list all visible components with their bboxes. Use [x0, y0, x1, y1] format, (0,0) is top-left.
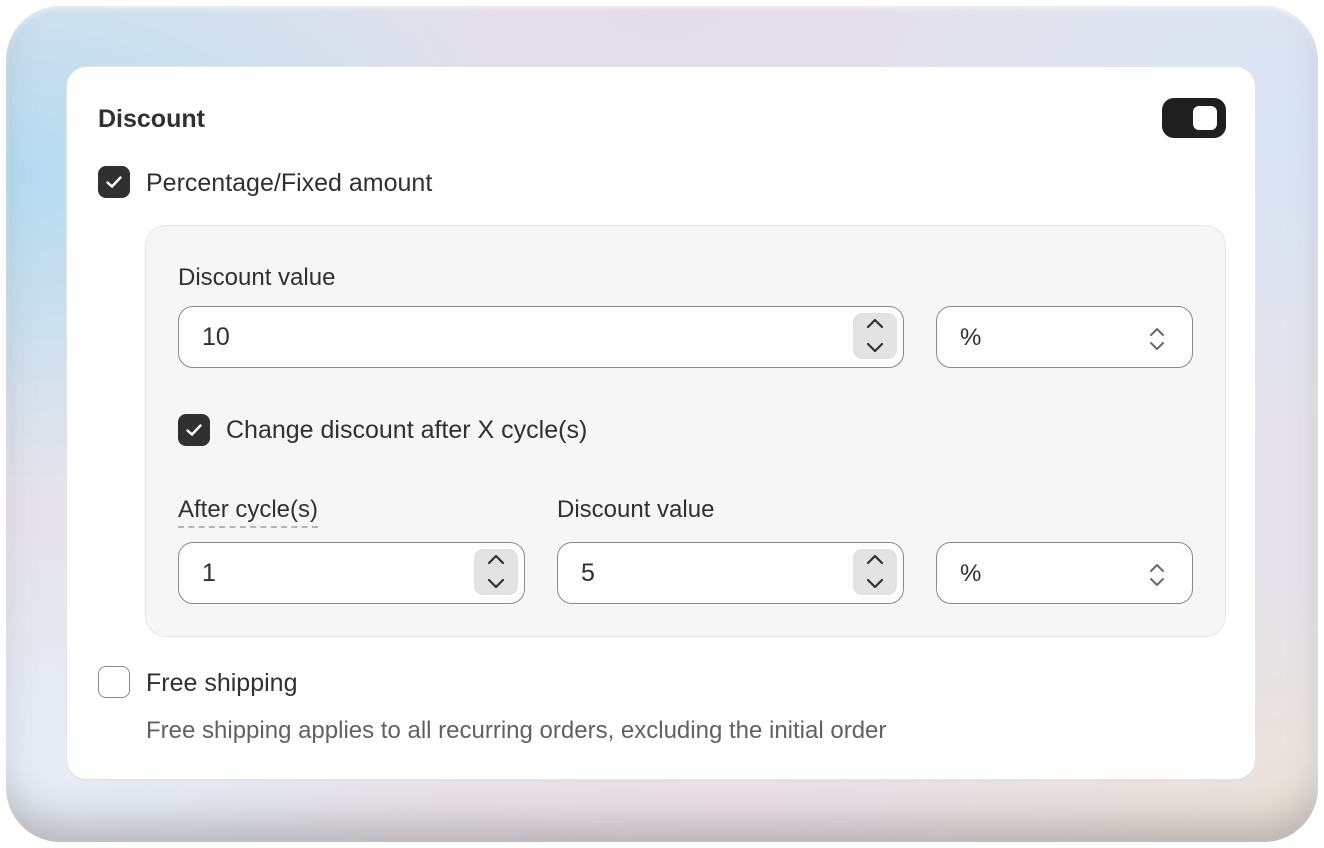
change-discount-label: Change discount after X cycle(s) [226, 416, 588, 444]
discount-toggle[interactable] [1162, 98, 1226, 138]
second-discount-input[interactable]: 5 [557, 542, 904, 604]
discount-card: Discount Percentage/Fixed amount Discoun… [67, 67, 1255, 779]
discount-unit-value: % [960, 324, 982, 351]
after-cycles-stepper [474, 549, 518, 595]
decrement-button[interactable] [474, 572, 518, 595]
discount-settings-panel: Discount value 10 % Change discount afte… [146, 226, 1225, 636]
discount-value-stepper [853, 313, 897, 359]
card-title: Discount [98, 105, 205, 133]
increment-button[interactable] [474, 549, 518, 572]
discount-unit-select[interactable]: % [936, 306, 1193, 368]
free-shipping-label: Free shipping [146, 669, 298, 697]
select-chevron-icon [1150, 564, 1164, 586]
discount-value-label: Discount value [178, 264, 336, 291]
second-discount-stepper [853, 549, 897, 595]
free-shipping-checkbox[interactable] [98, 666, 130, 698]
second-discount-unit-select[interactable]: % [936, 542, 1193, 604]
increment-button[interactable] [853, 313, 897, 336]
second-discount-value: 5 [581, 559, 595, 587]
decrement-button[interactable] [853, 336, 897, 359]
discount-value-text: 10 [202, 323, 230, 351]
change-discount-checkbox[interactable] [178, 414, 210, 446]
increment-button[interactable] [853, 549, 897, 572]
select-chevron-icon [1150, 328, 1164, 350]
after-cycles-input[interactable]: 1 [178, 542, 525, 604]
after-cycles-label[interactable]: After cycle(s) [178, 496, 319, 528]
chevron-down-icon [866, 342, 884, 353]
decrement-button[interactable] [853, 572, 897, 595]
chevron-down-icon [487, 578, 505, 589]
free-shipping-help-text: Free shipping applies to all recurring o… [146, 717, 887, 744]
discount-value-input[interactable]: 10 [178, 306, 904, 368]
percentage-checkbox[interactable] [98, 166, 130, 198]
chevron-up-icon [487, 554, 505, 565]
after-cycles-value: 1 [202, 559, 216, 587]
toggle-knob [1193, 106, 1217, 130]
checkmark-icon [186, 424, 202, 436]
second-discount-unit-value: % [960, 560, 982, 587]
chevron-down-icon [866, 578, 884, 589]
chevron-up-icon [866, 554, 884, 565]
chevron-up-icon [866, 318, 884, 329]
checkmark-icon [106, 176, 122, 188]
second-discount-label: Discount value [557, 496, 715, 523]
percentage-label: Percentage/Fixed amount [146, 169, 433, 197]
